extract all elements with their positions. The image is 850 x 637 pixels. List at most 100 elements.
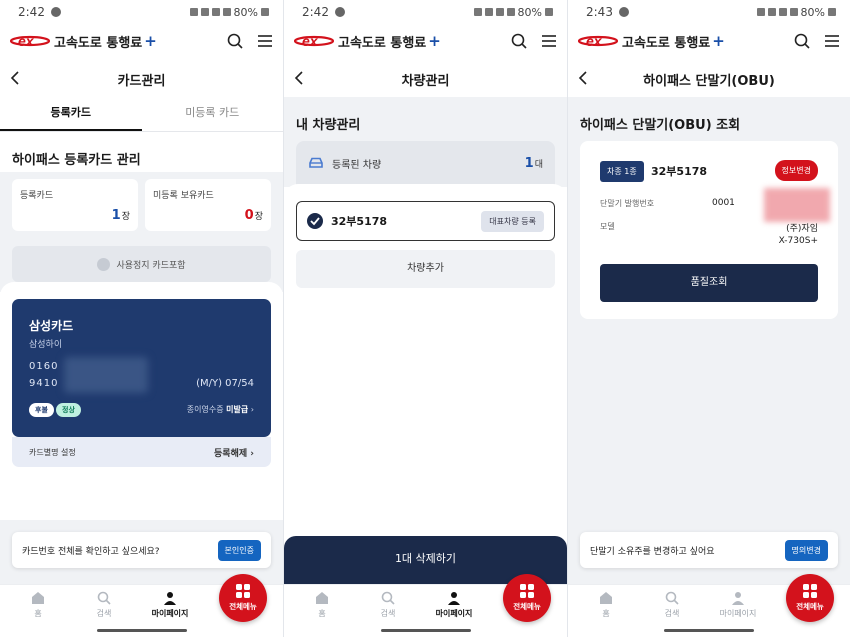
paper-receipt-link[interactable]: 종이영수증 미발급 › [187,404,254,415]
nav-home[interactable]: 홈 [581,591,631,619]
nav-mypage[interactable]: 마이페이지 [429,591,479,619]
gesture-bar [664,629,754,632]
hipass-card[interactable]: 삼성카드 삼성하이 0160 9410 (M/Y) 07/54 후불 정상 종이… [12,299,271,437]
svg-text:ex: ex [586,33,603,49]
battery-level: 80% [800,5,825,19]
set-representative-button[interactable]: 대표차량 등록 [481,210,544,232]
alarm-icon [756,8,765,16]
brand-plus: + [712,32,725,50]
app-bar: ex 고속도로 통행료 + [284,28,567,54]
vehicle-unit: 대 [534,159,543,170]
obu-info-card: 차종 1종 32부5178 정보변경 단말기 발행번호 0001 모델 (주)자… [580,141,838,319]
vehicle-management-screen: 2:42 80% ex 고속도로 통행료 + 차량관리 내 차량관리 등록된 차량… [284,0,567,637]
hamburger-menu-icon[interactable] [257,34,273,48]
back-arrow-icon[interactable] [10,70,20,86]
section-title: 하이패스 등록카드 관리 [12,153,141,168]
search-icon[interactable] [227,33,243,49]
registered-vehicles-count: 1 [524,155,534,171]
search-icon [665,591,679,605]
owner-change-button[interactable]: 명의변경 [784,539,828,561]
obu-vehicle-plate: 32부5178 [651,165,708,178]
ex-logo-icon[interactable]: ex [294,32,334,50]
quality-check-button[interactable]: 품질조회 [600,264,818,302]
all-menu-button[interactable]: 전체메뉴 [219,574,267,622]
registered-card-count: 1 [111,208,121,223]
card-expiry: (M/Y) 07/54 [196,378,254,389]
alarm-icon [189,8,198,16]
nav-mypage-label: 마이페이지 [435,609,473,618]
status-bar: 2:42 80% [0,0,283,24]
serial-value: 0001 [712,198,735,208]
nav-home-label: 홈 [602,609,610,618]
card-management-screen: 2:42 80% ex 고속도로 통행료 + 카드관리 등록카드 미등록 카드 하… [0,0,283,637]
status-badge: 정상 [56,403,81,417]
registered-vehicles-label: 등록된 차량 [332,159,382,171]
unregister-card-link[interactable]: 등록해제 › [214,446,254,459]
back-arrow-icon[interactable] [578,70,588,86]
back-arrow-icon[interactable] [294,70,304,86]
home-icon [316,592,328,604]
all-menu-button[interactable]: 전체메뉴 [786,574,834,622]
search-icon[interactable] [511,33,527,49]
identity-verify-button[interactable]: 본인인증 [217,539,261,561]
status-bar: 2:43 80% [568,0,850,24]
unregistered-card-count-box: 미등록 보유카드 0장 [145,179,271,231]
include-suspended-label: 사용정지 카드포함 [116,260,186,271]
status-time: 2:43 [586,5,613,19]
notice-text: 카드번호 전체를 확인하고 싶으세요? [22,546,160,557]
ex-logo-icon[interactable]: ex [578,32,618,50]
brand-name: 고속도로 통행료 [622,35,711,51]
unregistered-card-value: 0장 [245,208,263,223]
section-title: 하이패스 단말기(OBU) 조회 [580,118,741,133]
battery-icon [261,8,269,16]
signal-icon [506,8,515,16]
alarm-icon [473,8,482,16]
unregistered-card-label: 미등록 보유카드 [153,191,214,201]
nav-mypage[interactable]: 마이페이지 [713,591,763,619]
grid-icon [520,584,534,598]
hamburger-menu-icon[interactable] [824,34,840,48]
nav-home[interactable]: 홈 [297,591,347,619]
registered-card-count-box: 등록카드 1장 [12,179,138,231]
battery-level: 80% [233,5,258,19]
section-title: 내 차량관리 [296,118,361,133]
grid-icon [803,584,817,598]
nav-mypage[interactable]: 마이페이지 [145,591,195,619]
car-icon [309,157,323,168]
nav-home[interactable]: 홈 [13,591,63,619]
search-icon[interactable] [794,33,810,49]
all-menu-button[interactable]: 전체메뉴 [503,574,551,622]
hamburger-menu-icon[interactable] [541,34,557,48]
title-bar: 차량관리 [284,66,567,92]
signal-icon [222,8,231,16]
nav-search[interactable]: 검색 [363,591,413,619]
nav-search[interactable]: 검색 [79,591,129,619]
registered-card-label: 등록카드 [20,191,54,201]
count-unit: 장 [121,212,130,222]
include-suspended-toggle[interactable]: 사용정지 카드포함 [12,246,271,282]
search-icon [381,591,395,605]
card-alias-setting-link[interactable]: 카드별명 설정 [29,447,76,458]
nav-search-label: 검색 [96,609,112,618]
home-icon [600,592,612,604]
grid-icon [236,584,250,598]
nav-mypage-label: 마이페이지 [719,609,757,618]
add-vehicle-button[interactable]: 차량추가 [296,250,555,288]
notification-icon [334,7,345,17]
search-icon [97,591,111,605]
wifi-icon [778,8,787,16]
receipt-value: 미발급 [226,405,249,414]
brand-plus: + [428,32,441,50]
person-icon [164,592,176,605]
nav-search[interactable]: 검색 [647,591,697,619]
all-menu-label: 전체메뉴 [796,602,824,611]
tab-registered-cards[interactable]: 등록카드 [0,98,142,131]
info-change-button[interactable]: 정보변경 [774,160,818,181]
vehicle-item[interactable]: 32부5178 대표차량 등록 [296,201,555,241]
person-icon [448,592,460,605]
ex-logo-icon[interactable]: ex [10,32,50,50]
tab-unregistered-cards[interactable]: 미등록 카드 [142,98,284,131]
checked-circle-icon[interactable] [307,213,323,229]
check-circle-icon [97,257,111,271]
battery-icon [545,8,553,16]
